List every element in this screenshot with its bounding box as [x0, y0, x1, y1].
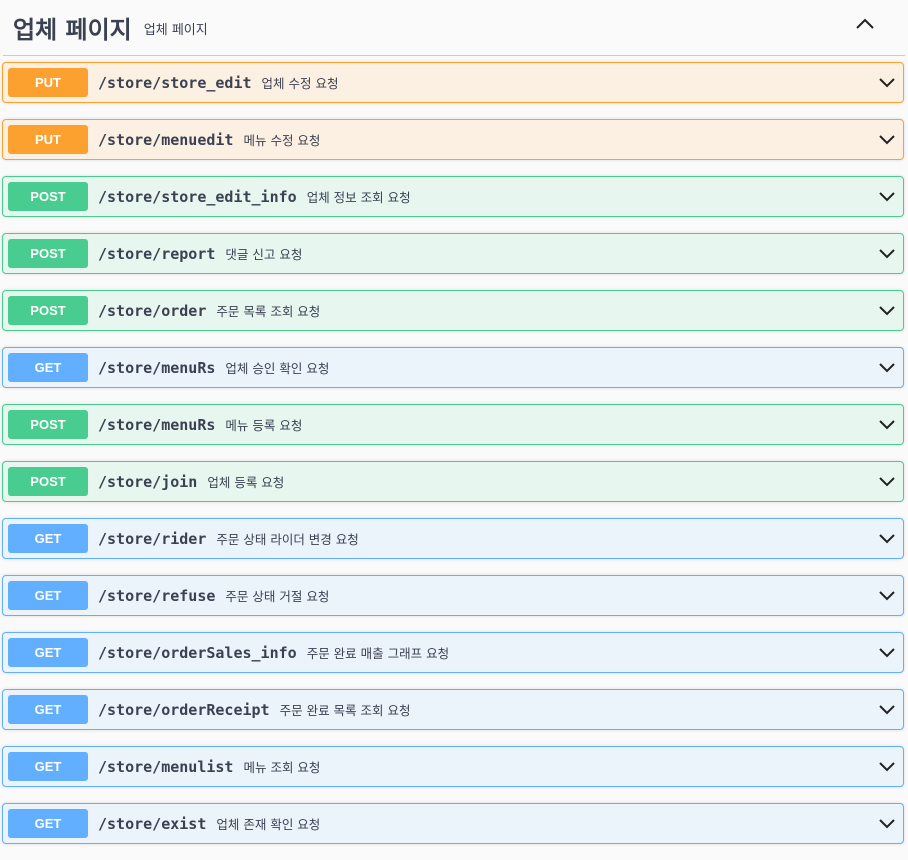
chevron-down-icon[interactable]	[877, 73, 897, 93]
chevron-down-icon[interactable]	[877, 700, 897, 720]
operation-summary: 업체 존재 확인 요청	[216, 817, 321, 832]
operation-summary: 업체 승인 확인 요청	[225, 361, 330, 376]
operation-summary: 주문 상태 라이더 변경 요청	[216, 532, 359, 547]
method-badge: GET	[8, 353, 88, 382]
operation-get[interactable]: GET/store/menulist 메뉴 조회 요청	[2, 746, 904, 787]
chevron-down-icon[interactable]	[877, 529, 897, 549]
method-badge: GET	[8, 809, 88, 838]
method-badge: POST	[8, 467, 88, 496]
method-badge: POST	[8, 239, 88, 268]
operation-put[interactable]: PUT/store/store_edit 업체 수정 요청	[2, 62, 904, 103]
operation-summary: 주문 상태 거절 요청	[225, 589, 330, 604]
operation-path: /store/menuRs	[98, 358, 216, 377]
operation-post[interactable]: POST/store/order 주문 목록 조회 요청	[2, 290, 904, 331]
operation-get[interactable]: GET/store/menuRs 업체 승인 확인 요청	[2, 347, 904, 388]
tag-title: 업체 페이지	[13, 16, 132, 44]
operation-post[interactable]: POST/store/report 댓글 신고 요청	[2, 233, 904, 274]
operation-path: /store/menuedit	[98, 130, 234, 149]
chevron-down-icon[interactable]	[877, 415, 897, 435]
chevron-down-icon[interactable]	[877, 244, 897, 264]
method-badge: POST	[8, 182, 88, 211]
operation-summary: 메뉴 수정 요청	[243, 133, 321, 148]
operation-post[interactable]: POST/store/menuRs 메뉴 등록 요청	[2, 404, 904, 445]
chevron-up-icon[interactable]	[853, 12, 877, 36]
operations-list: PUT/store/store_edit 업체 수정 요청 PUT/store/me…	[2, 62, 904, 860]
method-badge: PUT	[8, 68, 88, 97]
operation-path: /store/refuse	[98, 586, 216, 605]
operation-path: /store/store_edit_info	[98, 187, 297, 206]
operation-get[interactable]: GET/store/rider 주문 상태 라이더 변경 요청	[2, 518, 904, 559]
chevron-down-icon[interactable]	[877, 814, 897, 834]
operation-summary: 주문 완료 목록 조회 요청	[279, 703, 411, 718]
tag-header[interactable]: 업체 페이지 업체 페이지	[3, 0, 905, 56]
chevron-down-icon[interactable]	[877, 757, 897, 777]
operation-get[interactable]: GET/store/exist 업체 존재 확인 요청	[2, 803, 904, 844]
chevron-down-icon[interactable]	[877, 301, 897, 321]
method-badge: POST	[8, 296, 88, 325]
operation-path: /store/order	[98, 301, 207, 320]
method-badge: GET	[8, 524, 88, 553]
operation-path: /store/menuRs	[98, 415, 216, 434]
operation-path: /store/exist	[98, 814, 207, 833]
chevron-down-icon[interactable]	[877, 358, 897, 378]
operation-get[interactable]: GET/store/orderReceipt 주문 완료 목록 조회 요청	[2, 689, 904, 730]
tag-description: 업체 페이지	[143, 23, 208, 38]
operation-path: /store/menulist	[98, 757, 234, 776]
operation-summary: 업체 등록 요청	[207, 475, 285, 490]
operation-summary: 메뉴 등록 요청	[225, 418, 303, 433]
chevron-down-icon[interactable]	[877, 130, 897, 150]
operation-summary: 주문 목록 조회 요청	[216, 304, 321, 319]
method-badge: GET	[8, 752, 88, 781]
operation-path: /store/report	[98, 244, 216, 263]
chevron-down-icon[interactable]	[877, 472, 897, 492]
operation-get[interactable]: GET/store/refuse 주문 상태 거절 요청	[2, 575, 904, 616]
operation-summary: 메뉴 조회 요청	[243, 760, 321, 775]
operation-summary: 주문 완료 매출 그래프 요청	[306, 646, 450, 661]
chevron-down-icon[interactable]	[877, 586, 897, 606]
operation-path: /store/orderReceipt	[98, 700, 270, 719]
operation-summary: 댓글 신고 요청	[225, 247, 303, 262]
operation-put[interactable]: PUT/store/menuedit 메뉴 수정 요청	[2, 119, 904, 160]
operation-path: /store/join	[98, 472, 198, 491]
operation-path: /store/rider	[98, 529, 207, 548]
chevron-down-icon[interactable]	[877, 187, 897, 207]
operation-post[interactable]: POST/store/store_edit_info 업체 정보 조회 요청	[2, 176, 904, 217]
operation-path: /store/orderSales_info	[98, 643, 297, 662]
operation-get[interactable]: GET/store/orderSales_info 주문 완료 매출 그래프 요청	[2, 632, 904, 673]
operation-summary: 업체 정보 조회 요청	[306, 190, 411, 205]
operation-post[interactable]: POST/store/join 업체 등록 요청	[2, 461, 904, 502]
chevron-down-icon[interactable]	[877, 643, 897, 663]
operation-path: /store/store_edit	[98, 73, 252, 92]
method-badge: POST	[8, 410, 88, 439]
method-badge: PUT	[8, 125, 88, 154]
method-badge: GET	[8, 695, 88, 724]
method-badge: GET	[8, 638, 88, 667]
method-badge: GET	[8, 581, 88, 610]
operation-summary: 업체 수정 요청	[261, 76, 339, 91]
